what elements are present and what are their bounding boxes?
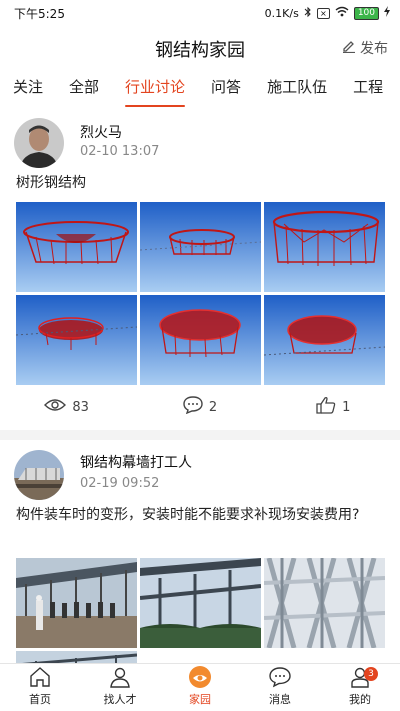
tab-projects[interactable]: 工程 [340,70,396,110]
post-image[interactable] [16,295,137,385]
post-image[interactable] [140,558,261,648]
post-divider [0,430,400,440]
user-name[interactable]: 钢结构幕墙打工人 [80,452,192,472]
post-time: 02-19 09:52 [80,476,160,491]
home-icon [29,665,51,689]
nav-profile[interactable]: 3 我的 [320,664,400,711]
post-image[interactable] [140,202,261,292]
status-icons: 0.1K/s × 100 [265,6,390,21]
post-image[interactable] [16,558,137,648]
battery-icon: 100 [353,6,379,20]
tab-construction-teams[interactable]: 施工队伍 [254,70,340,110]
avatar[interactable] [14,450,64,500]
post-image[interactable] [16,202,137,292]
status-bar: 下午5:25 0.1K/s × 100 [0,0,400,26]
tab-qa[interactable]: 问答 [198,70,254,110]
post-image[interactable] [264,558,385,648]
post-text[interactable]: 构件装车时的变形，安装时能不能要求补现场安装费用? [16,504,386,526]
nav-home[interactable]: 首页 [0,664,80,711]
post-text[interactable]: 树形钢结构 [16,172,386,194]
message-icon [269,665,291,689]
page-title: 钢结构家园 [155,40,245,61]
network-speed: 0.1K/s [264,6,299,20]
user-name[interactable]: 烈火马 [80,122,122,142]
nav-community[interactable]: 家园 [160,664,240,711]
category-tabs: 关注 全部 行业讨论 问答 施工队伍 工程 [0,70,400,110]
post-time: 02-10 13:07 [80,144,160,159]
views-count: 83 [0,398,133,416]
nav-messages[interactable]: 消息 [240,664,320,711]
comment-icon [183,396,203,418]
post-actions: 83 2 1 [0,392,400,422]
bottom-nav: 首页 找人才 家园 消息 3 我的 [0,663,400,711]
tab-industry-discussion[interactable]: 行业讨论 [112,70,198,110]
person-icon [109,665,131,689]
sim-icon: × [316,7,330,19]
eye-icon [44,398,67,416]
post-image[interactable] [140,295,261,385]
bluetooth-icon [304,6,312,21]
post-image[interactable] [264,202,385,292]
wifi-icon [335,6,349,20]
tab-all[interactable]: 全部 [56,70,112,110]
post-image[interactable] [264,295,385,385]
status-time: 下午5:25 [14,6,65,21]
comment-button[interactable]: 2 [133,396,266,418]
charging-icon [384,6,390,20]
publish-label: 发布 [360,41,388,57]
nav-find-talent[interactable]: 找人才 [80,664,160,711]
edit-icon [342,39,356,57]
image-grid [16,202,385,385]
thumbs-up-icon [316,396,336,418]
publish-button[interactable]: 发布 [342,38,388,58]
avatar[interactable] [14,118,64,168]
unread-badge: 3 [364,667,378,681]
community-icon [188,665,212,689]
like-button[interactable]: 1 [267,396,400,418]
app-header: 钢结构家园 发布 [0,26,400,70]
tab-follow[interactable]: 关注 [0,70,56,110]
